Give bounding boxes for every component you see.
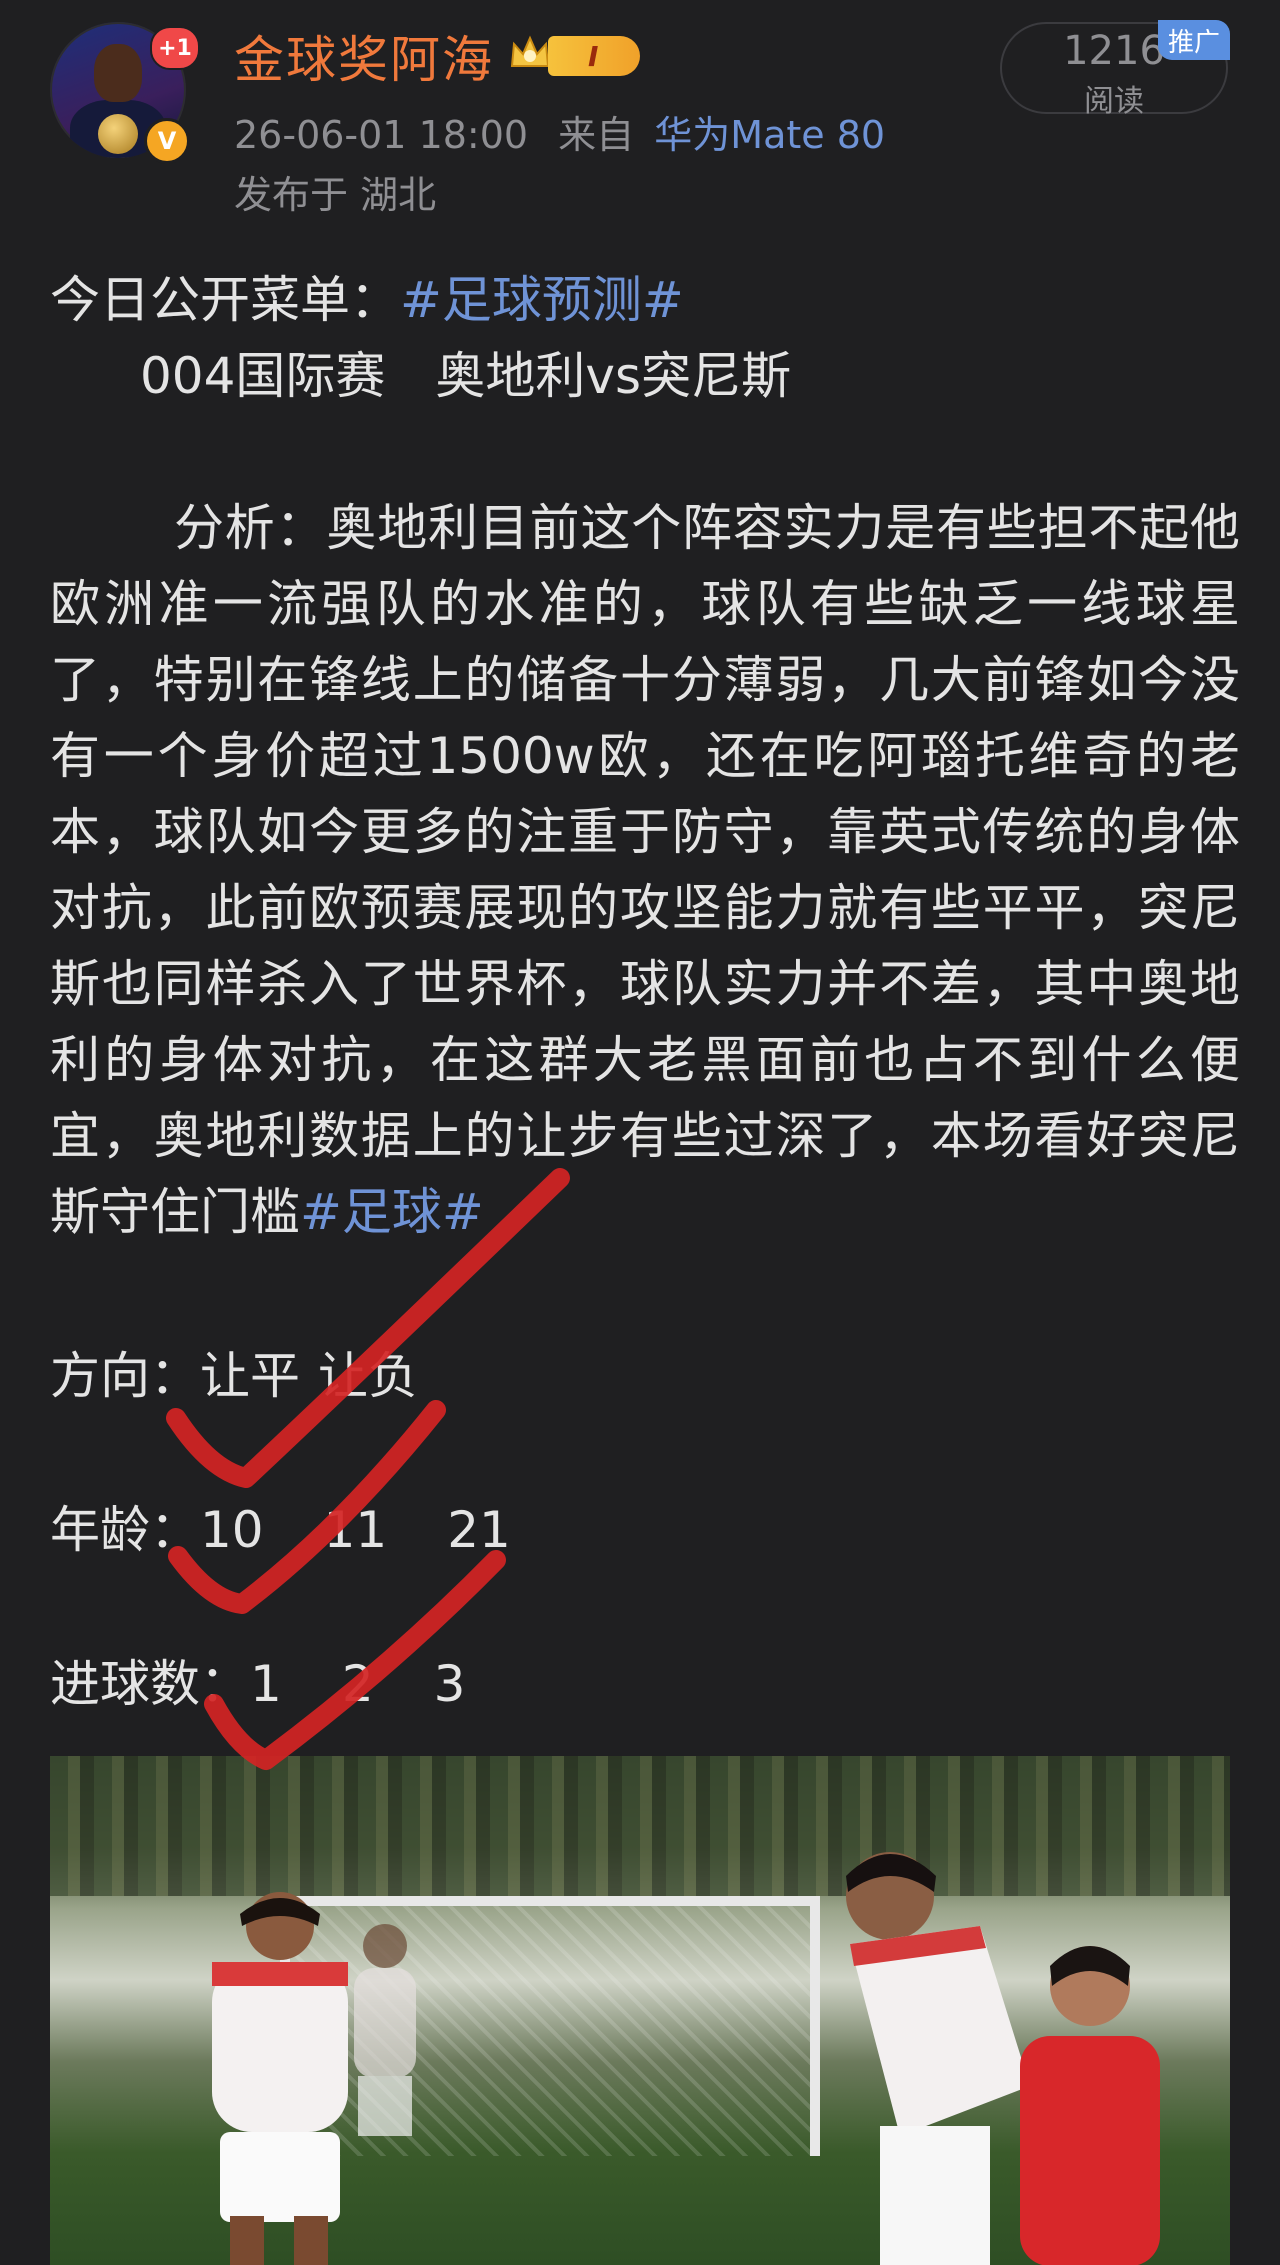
- goals-row: 进球数：1 2 3: [50, 1646, 525, 1722]
- photo-crowd: [50, 1756, 1230, 1896]
- hashtag-football[interactable]: #足球#: [300, 1183, 484, 1241]
- age-value: 10: [200, 1501, 264, 1559]
- age-value: 11: [323, 1501, 388, 1559]
- analysis-text: 分析：奥地利目前这个阵容实力是有些担不起他欧洲准一流强队的水准的，球队有些缺乏一…: [50, 499, 1240, 1241]
- avatar-face-shape: [94, 44, 142, 102]
- verified-badge: V: [144, 118, 190, 164]
- post-meta: 26-06-01 18:00 来自 华为Mate 80: [234, 104, 885, 159]
- photo-player-opponent: [1020, 1946, 1160, 2265]
- username[interactable]: 金球奖阿海: [234, 20, 494, 92]
- golden-ball-icon: [98, 114, 138, 154]
- age-value: 21: [447, 1501, 511, 1559]
- direction-value: 让负: [318, 1347, 418, 1405]
- crown-icon: [510, 35, 550, 67]
- goals-label: 进球数：: [50, 1655, 250, 1713]
- device-link[interactable]: 华为Mate 80: [654, 113, 885, 157]
- source-prefix: 来自: [558, 113, 635, 157]
- goals-value: 1: [250, 1655, 282, 1713]
- hashtag-football-prediction[interactable]: #足球预测#: [400, 271, 684, 329]
- goals-value: 2: [341, 1655, 374, 1713]
- level-badge[interactable]: I: [548, 36, 640, 76]
- direction-value: 让平: [200, 1347, 300, 1405]
- goals-value: 3: [433, 1655, 466, 1713]
- match-photo[interactable]: [50, 1756, 1230, 2265]
- promo-badge[interactable]: 推广: [1158, 20, 1230, 60]
- match-line: 004国际赛 奥地利vs突尼斯: [140, 347, 792, 405]
- timestamp: 26-06-01 18:00: [234, 113, 529, 157]
- age-label: 年龄：: [50, 1501, 200, 1559]
- location: 发布于 湖北: [234, 173, 437, 217]
- direction-row: 方向：让平 让负: [50, 1338, 478, 1414]
- age-row: 年龄：10 11 21: [50, 1492, 571, 1568]
- photo-player-tunisia-7: [212, 1892, 348, 2265]
- post-title: 今日公开菜单：#足球预测#: [50, 262, 684, 338]
- read-label: 阅读: [1084, 84, 1144, 119]
- analysis-paragraph: 分析：奥地利目前这个阵容实力是有些担不起他欧洲准一流强队的水准的，球队有些缺乏一…: [50, 490, 1240, 1250]
- title-prefix: 今日公开菜单：: [50, 271, 400, 329]
- direction-label: 方向：: [50, 1347, 200, 1405]
- notification-badge[interactable]: +1: [150, 26, 200, 70]
